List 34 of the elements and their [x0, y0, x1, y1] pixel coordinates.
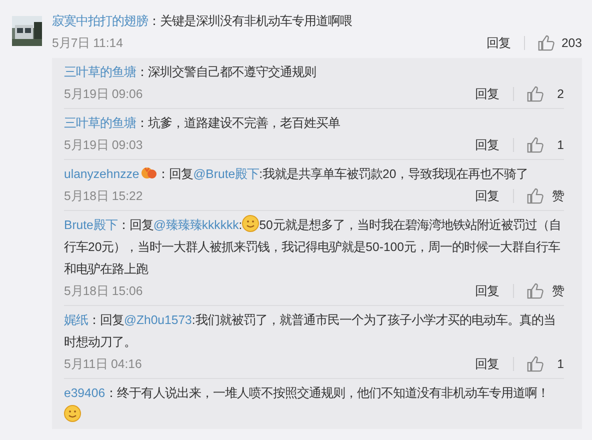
- thumbs-up-icon: [526, 136, 544, 154]
- comment-date: 5月19日 09:03: [64, 136, 143, 154]
- like-button[interactable]: 2: [526, 84, 564, 104]
- thumbs-up-icon: [526, 85, 544, 103]
- comment-text: ulanyzehnzze ：回复@Brute殿下:我就是共享单车被罚款20，导致我现在再也不骑了: [64, 164, 530, 183]
- comment-text: e39406：终于有人说出来，一堆人喷不按照交通规则，他们不知道没有非机动车专用道啊！: [64, 382, 564, 426]
- reply-link[interactable]: 回复: [486, 34, 510, 52]
- comment-text: Brute殿下：回复@臻臻臻kkkkkk: 50元就是想多了，当时我在碧海湾地铁站附近被罚过（自行车20元），当时一大群人被抓来罚钱，我记得电驴就是50-100元，周一的时候一大群自行车和电驴在路上跑: [64, 214, 564, 280]
- reply-link[interactable]: 回复: [475, 136, 499, 154]
- comment-text: 寂寞中拍打的翅膀：关键是深圳没有非机动车专用道啊喂: [52, 13, 353, 30]
- reply-link[interactable]: 回复: [475, 282, 499, 300]
- comment-date: 5月19日 09:06: [64, 86, 143, 103]
- reply-link[interactable]: 回复: [475, 354, 499, 374]
- reply-link[interactable]: 回复: [475, 84, 499, 104]
- comment-text: 娓纸：回复@Zh0u1573:我们就被罚了，就普通市民一个为了孩子小学才买的电动车。真的当时想动刀了。: [64, 312, 556, 351]
- reply-link[interactable]: 回复: [475, 186, 499, 206]
- like-button[interactable]: 203: [537, 34, 582, 52]
- thumbs-up-icon: [526, 187, 544, 205]
- comment-date: 5月11日 04:16: [64, 356, 142, 373]
- comment-date: 5月18日 15:22: [64, 188, 143, 205]
- comment-date: 5月7日 11:14: [52, 34, 123, 52]
- comment-date: 5月18日 15:06: [64, 282, 143, 300]
- thumbs-up-icon: [537, 34, 556, 52]
- comment-text: 三叶草的鱼塘：深圳交警自己都不遵守交通规则: [64, 64, 317, 81]
- like-button[interactable]: 赞: [526, 282, 564, 300]
- like-button[interactable]: 赞: [526, 186, 564, 206]
- like-button[interactable]: 1: [526, 136, 564, 154]
- like-button[interactable]: 1: [526, 354, 564, 374]
- smiley-icon: [64, 405, 81, 422]
- thumbs-up-icon: [526, 282, 544, 300]
- level-badge-icon: [141, 165, 158, 180]
- thumbs-up-icon: [526, 355, 544, 373]
- smiley-icon: [242, 215, 260, 232]
- comment-text: 三叶草的鱼塘：坑爹，道路建设不完善，老百姓买单: [64, 115, 341, 132]
